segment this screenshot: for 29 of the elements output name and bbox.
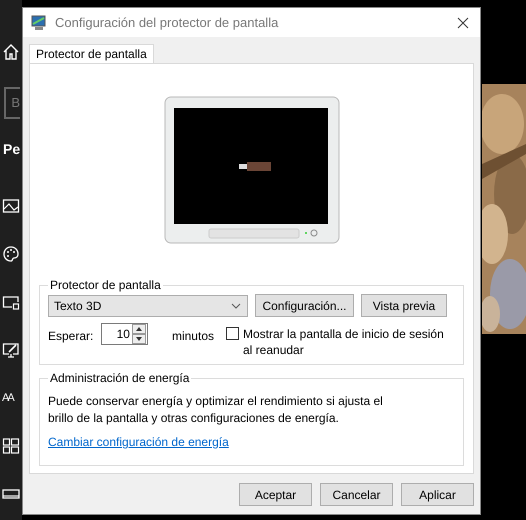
screensaver-dropdown[interactable]: Texto 3D	[48, 294, 248, 316]
page-heading: Pe	[3, 141, 22, 157]
dialog-button[interactable]: Vista previa	[361, 294, 447, 317]
search-field[interactable]: B	[4, 87, 20, 119]
font-icon[interactable]: AA	[2, 389, 20, 407]
group-title: Protector de pantalla	[49, 278, 162, 292]
checkbox-label: Mostrar la pantalla de inicio de sesión al reanudar	[243, 326, 445, 358]
brush-monitor-icon[interactable]	[2, 341, 20, 359]
start-layout-icon[interactable]	[2, 437, 20, 455]
spin-field[interactable]: 10	[101, 323, 148, 345]
tab[interactable]: Protector de pantalla	[29, 44, 154, 63]
home-icon[interactable]	[2, 43, 20, 61]
close-icon[interactable]	[457, 16, 469, 28]
unit-label: minutos	[172, 329, 214, 343]
window-title: Configuración del protector de pantalla	[55, 15, 280, 30]
checkbox[interactable]	[226, 327, 239, 340]
wait-label: Esperar:	[48, 329, 94, 343]
dialog-button[interactable]: Configuración...	[255, 294, 354, 317]
picture-icon[interactable]	[2, 197, 20, 215]
chevron-down-icon	[231, 302, 241, 308]
screensaver-icon	[31, 14, 47, 30]
dialog-button[interactable]: Aplicar	[401, 483, 474, 506]
description-text: Puede conservar energía y optimizar el rendimiento si ajusta el brillo de la pantalla y otras configuraciones de energía.	[48, 393, 384, 427]
palette-icon[interactable]	[2, 245, 20, 263]
power-settings-link[interactable]: Cambiar configuración de energía	[48, 435, 229, 449]
group-title: Administración de energía	[49, 371, 190, 385]
dialog-button[interactable]: Cancelar	[320, 483, 393, 506]
dialog-button[interactable]: Aceptar	[239, 483, 312, 506]
spinner-arrows-icon[interactable]	[132, 324, 146, 344]
